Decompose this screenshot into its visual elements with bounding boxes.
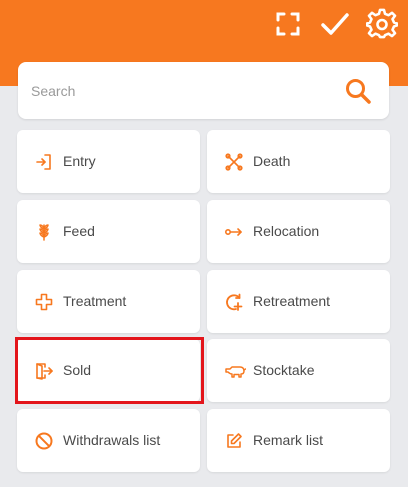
- tile-sold[interactable]: Sold: [17, 339, 200, 402]
- scan-frame-icon[interactable]: [272, 8, 304, 40]
- tile-death[interactable]: Death: [207, 130, 390, 193]
- search-icon[interactable]: [344, 77, 372, 105]
- relocation-icon: [224, 228, 242, 236]
- tile-label: Entry: [63, 153, 96, 169]
- cross-icon: [35, 293, 53, 311]
- tile-remark-list[interactable]: Remark list: [207, 409, 390, 472]
- entry-icon: [36, 154, 51, 170]
- tile-withdrawals-list[interactable]: Withdrawals list: [17, 409, 200, 472]
- sold-icon: [36, 363, 53, 380]
- tile-retreatment[interactable]: Retreatment: [207, 270, 390, 333]
- tile-label: Withdrawals list: [63, 432, 161, 448]
- prohibited-icon: [35, 432, 53, 450]
- edit-icon: [227, 433, 242, 448]
- tile-entry[interactable]: Entry: [17, 130, 200, 193]
- tile-treatment[interactable]: Treatment: [17, 270, 200, 333]
- tile-feed[interactable]: Feed: [17, 200, 200, 263]
- gear-icon[interactable]: [366, 8, 398, 40]
- grain-icon: [39, 224, 49, 241]
- tile-relocation[interactable]: Relocation: [207, 200, 390, 263]
- death-icon: [225, 153, 243, 171]
- pig-icon: [225, 366, 246, 378]
- tile-label: Sold: [63, 362, 92, 378]
- retreatment-icon: [226, 293, 243, 311]
- tile-label: Relocation: [253, 223, 320, 239]
- tile-label: Retreatment: [253, 293, 331, 309]
- tile-label: Stocktake: [253, 362, 315, 378]
- search-bar: [18, 62, 389, 119]
- search-input[interactable]: [31, 62, 331, 119]
- tile-label: Death: [253, 153, 291, 169]
- tile-label: Treatment: [63, 293, 127, 309]
- tile-label: Feed: [63, 223, 95, 239]
- tile-stocktake[interactable]: Stocktake: [207, 339, 390, 402]
- tile-label: Remark list: [253, 432, 324, 448]
- checkmark-icon[interactable]: [319, 8, 351, 40]
